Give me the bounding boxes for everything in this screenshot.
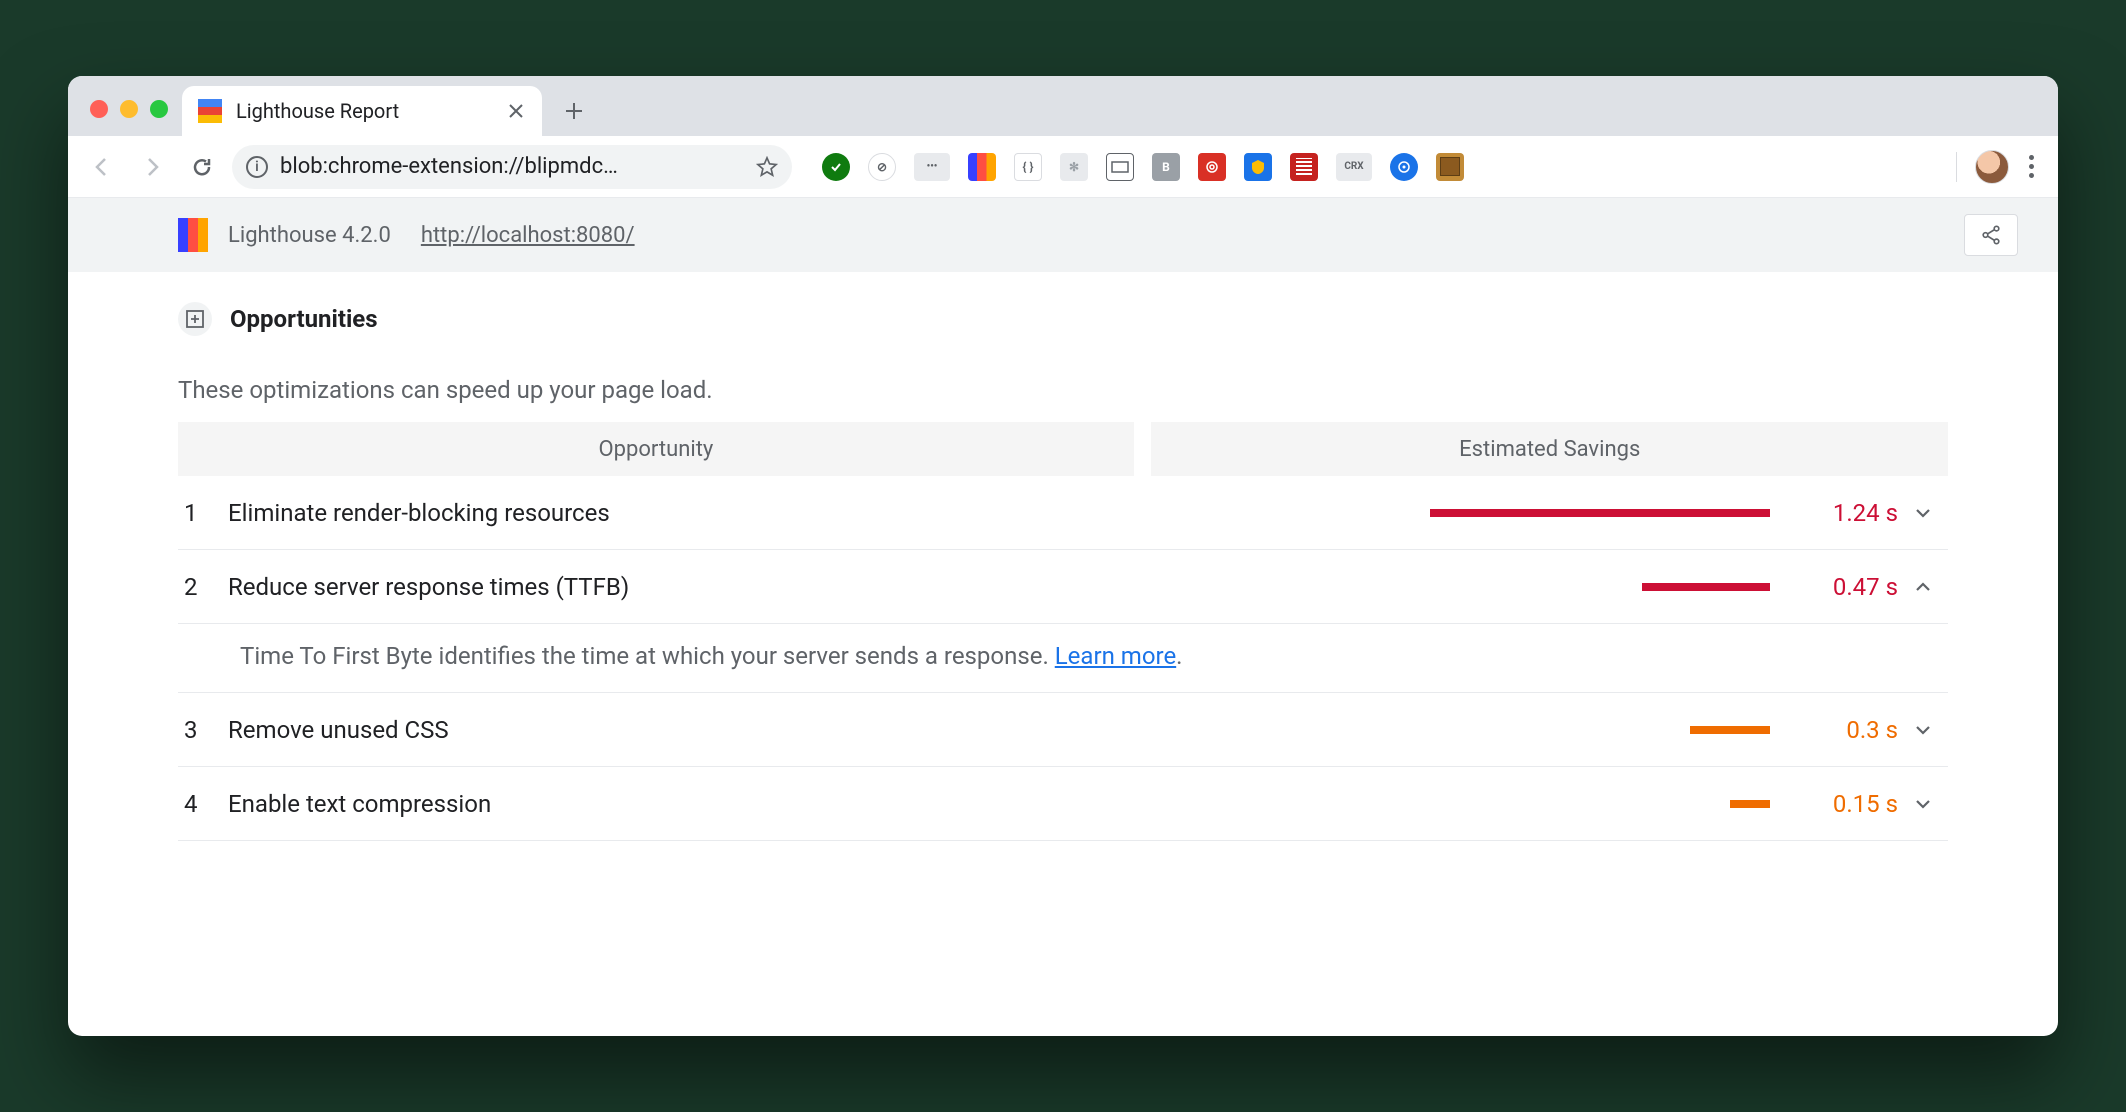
address-bar[interactable]: i blob:chrome-extension://blipmdc… — [232, 145, 792, 189]
lighthouse-extension-icon[interactable] — [968, 153, 996, 181]
opportunity-row[interactable]: 1Eliminate render-blocking resources 1.24… — [178, 476, 1948, 550]
extension-icon[interactable]: ✻ — [1060, 153, 1088, 181]
savings-value: 0.47 s — [1778, 573, 1898, 601]
profile-avatar[interactable] — [1975, 150, 2009, 184]
opportunity-row[interactable]: 3Remove unused CSS 0.3 s — [178, 693, 1948, 767]
opportunities-description: These optimizations can speed up your pa… — [178, 376, 1948, 404]
chevron-down-icon[interactable] — [1898, 504, 1948, 522]
close-tab-button[interactable] — [506, 101, 526, 121]
opportunity-name: Enable text compression — [228, 790, 1113, 818]
browser-toolbar: i blob:chrome-extension://blipmdc… ⊘ •••… — [68, 136, 2058, 198]
col-header-opportunity: Opportunity — [178, 437, 1134, 462]
browser-tab[interactable]: Lighthouse Report — [182, 86, 542, 136]
opportunity-row[interactable]: 4Enable text compression 0.15 s — [178, 767, 1948, 841]
chevron-up-icon[interactable] — [1898, 578, 1948, 596]
browser-menu-button[interactable] — [2019, 155, 2044, 178]
forward-button[interactable] — [132, 147, 172, 187]
savings-bar — [1690, 726, 1770, 734]
savings-bar — [1730, 800, 1770, 808]
savings-value: 1.24 s — [1778, 499, 1898, 527]
browser-window: Lighthouse Report i blob:chrome-extensio… — [68, 76, 2058, 1036]
back-button[interactable] — [82, 147, 122, 187]
extension-icon[interactable] — [1106, 153, 1134, 181]
opportunity-number: 2 — [178, 573, 228, 601]
opportunities-icon — [178, 302, 212, 336]
lighthouse-version: Lighthouse 4.2.0 — [228, 223, 391, 248]
lighthouse-logo-icon — [178, 218, 208, 252]
opportunity-name: Remove unused CSS — [228, 716, 1113, 744]
extension-icon[interactable] — [1198, 153, 1226, 181]
savings-bar-cell — [1113, 726, 1778, 734]
learn-more-link[interactable]: Learn more — [1055, 642, 1176, 670]
savings-value: 0.15 s — [1778, 790, 1898, 818]
minimize-window-button[interactable] — [120, 100, 138, 118]
extension-icon[interactable] — [1390, 153, 1418, 181]
bookmark-star-icon[interactable] — [756, 156, 778, 178]
tab-title: Lighthouse Report — [236, 99, 492, 123]
chevron-down-icon[interactable] — [1898, 795, 1948, 813]
extension-icon[interactable] — [1436, 153, 1464, 181]
lighthouse-favicon-icon — [198, 99, 222, 123]
extension-icon[interactable]: CRX — [1336, 153, 1372, 181]
opportunity-name: Reduce server response times (TTFB) — [228, 573, 1113, 601]
extension-icon[interactable]: B — [1152, 153, 1180, 181]
maximize-window-button[interactable] — [150, 100, 168, 118]
extension-icon[interactable] — [822, 153, 850, 181]
tested-url-link[interactable]: http://localhost:8080/ — [421, 223, 635, 248]
savings-bar-cell — [1113, 509, 1778, 517]
opportunity-number: 4 — [178, 790, 228, 818]
extension-icon[interactable]: ⊘ — [868, 153, 896, 181]
opportunity-detail: Time To First Byte identifies the time a… — [178, 624, 1948, 693]
site-info-icon[interactable]: i — [246, 156, 268, 178]
reload-button[interactable] — [182, 147, 222, 187]
opportunity-number: 3 — [178, 716, 228, 744]
savings-bar-cell — [1113, 583, 1778, 591]
tab-strip: Lighthouse Report — [68, 76, 2058, 136]
savings-bar — [1430, 509, 1770, 517]
window-controls — [80, 100, 182, 136]
new-tab-button[interactable] — [554, 91, 594, 131]
extension-icon[interactable]: ••• — [914, 153, 950, 181]
savings-value: 0.3 s — [1778, 716, 1898, 744]
col-header-savings: Estimated Savings — [1151, 437, 1948, 462]
opportunities-title: Opportunities — [230, 305, 378, 333]
extension-icon[interactable]: { } — [1014, 153, 1042, 181]
extension-icons: ⊘ ••• { } ✻ B CRX — [822, 153, 1938, 181]
chevron-down-icon[interactable] — [1898, 721, 1948, 739]
extension-icon[interactable] — [1290, 153, 1318, 181]
url-text: blob:chrome-extension://blipmdc… — [280, 154, 744, 179]
close-window-button[interactable] — [90, 100, 108, 118]
opportunities-heading: Opportunities — [178, 302, 1948, 336]
opportunities-table-header: Opportunity Estimated Savings — [178, 422, 1948, 476]
toolbar-divider — [1956, 152, 1957, 182]
opportunity-number: 1 — [178, 499, 228, 527]
savings-bar — [1642, 583, 1770, 591]
savings-bar-cell — [1113, 800, 1778, 808]
detail-text: Time To First Byte identifies the time a… — [240, 642, 1055, 670]
lighthouse-header: Lighthouse 4.2.0 http://localhost:8080/ — [68, 198, 2058, 272]
report-content: Opportunities These optimizations can sp… — [68, 272, 2058, 841]
opportunities-list: 1Eliminate render-blocking resources 1.24… — [178, 476, 1948, 841]
share-button[interactable] — [1964, 214, 2018, 256]
opportunity-row[interactable]: 2Reduce server response times (TTFB) 0.47… — [178, 550, 1948, 624]
opportunity-name: Eliminate render-blocking resources — [228, 499, 1113, 527]
extension-icon[interactable] — [1244, 153, 1272, 181]
